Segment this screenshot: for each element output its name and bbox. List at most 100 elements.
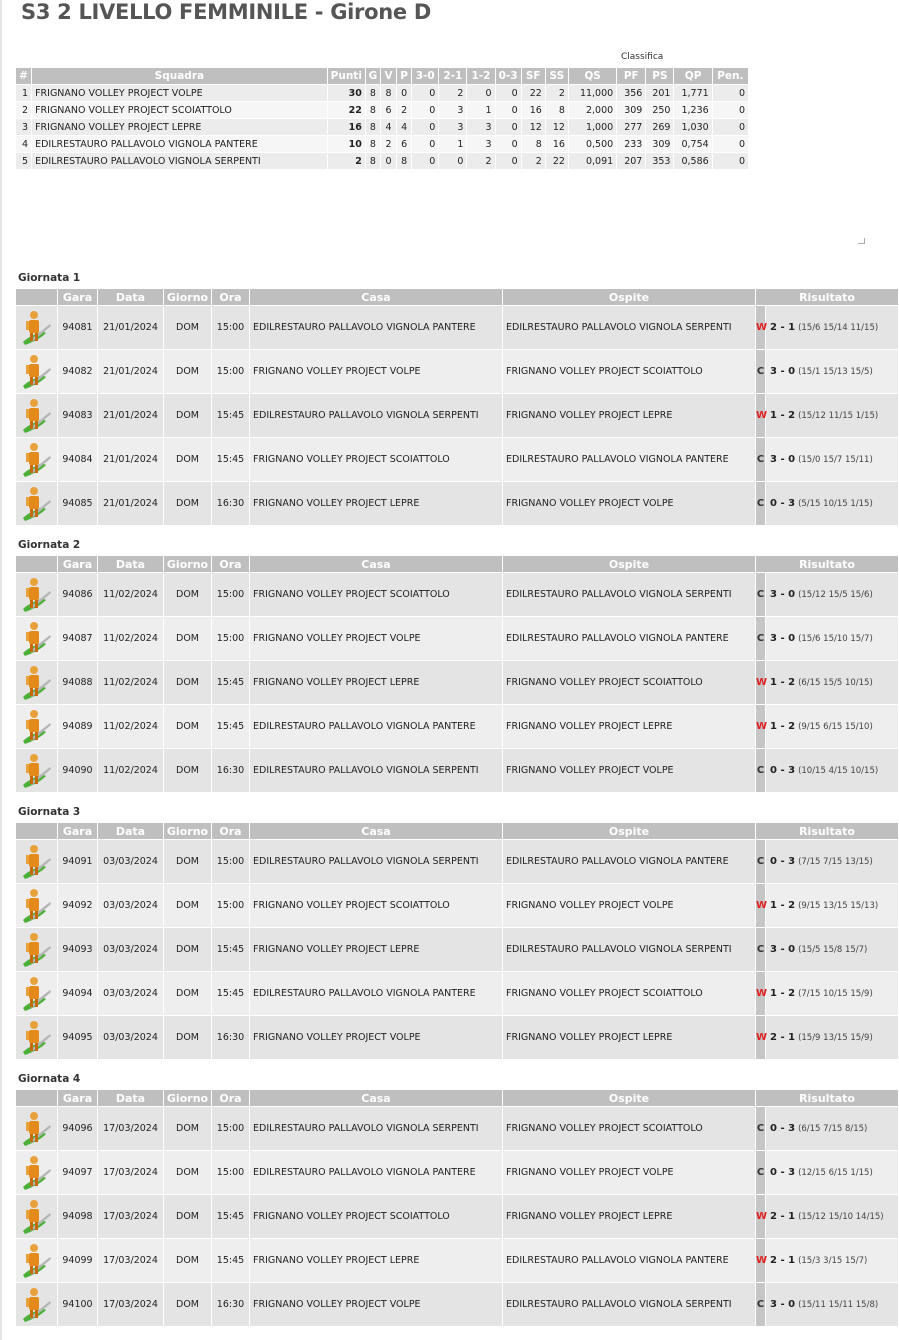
away-team[interactable]: FRIGNANO VOLLEY PROJECT LEPRE — [502, 1194, 756, 1239]
result-cell[interactable]: 1 - 2 (9/15 6/15 15/10) — [765, 704, 899, 749]
col-data[interactable]: Data — [97, 288, 164, 306]
team-name-link[interactable]: EDILRESTAURO PALLAVOLO VIGNOLA PANTERE — [31, 135, 328, 153]
team-name-link[interactable]: FRIGNANO VOLLEY PROJECT LEPRE — [31, 118, 328, 136]
col-casa[interactable]: Casa — [249, 555, 503, 573]
col-1-2[interactable]: 1-2 — [466, 67, 496, 85]
result-cell[interactable]: 0 - 3 (7/15 7/15 13/15) — [765, 839, 899, 884]
col-ospite[interactable]: Ospite — [502, 555, 756, 573]
referee-icon[interactable] — [20, 708, 52, 746]
result-cell[interactable]: 1 - 2 (9/15 13/15 15/13) — [765, 883, 899, 928]
referee-icon-cell[interactable] — [15, 1015, 58, 1060]
away-team[interactable]: FRIGNANO VOLLEY PROJECT LEPRE — [502, 393, 756, 438]
referee-icon[interactable] — [20, 1019, 52, 1057]
col-data[interactable]: Data — [97, 555, 164, 573]
result-cell[interactable]: 2 - 1 (15/9 13/15 15/9) — [765, 1015, 899, 1060]
col-giorno[interactable]: Giorno — [163, 822, 212, 840]
home-team[interactable]: FRIGNANO VOLLEY PROJECT LEPRE — [249, 481, 503, 526]
col-squadra[interactable]: Squadra — [31, 67, 328, 85]
referee-icon-cell[interactable] — [15, 1238, 58, 1283]
away-team[interactable]: FRIGNANO VOLLEY PROJECT VOLPE — [502, 883, 756, 928]
col-0-3[interactable]: 0-3 — [494, 67, 522, 85]
home-team[interactable]: EDILRESTAURO PALLAVOLO VIGNOLA PANTERE — [249, 704, 503, 749]
referee-icon[interactable] — [20, 1242, 52, 1280]
away-team[interactable]: EDILRESTAURO PALLAVOLO VIGNOLA PANTERE — [502, 1238, 756, 1283]
col-giorno[interactable]: Giorno — [163, 288, 212, 306]
result-cell[interactable]: 3 - 0 (15/6 15/10 15/7) — [765, 616, 899, 661]
col-data[interactable]: Data — [97, 1089, 164, 1107]
home-team[interactable]: FRIGNANO VOLLEY PROJECT SCOIATTOLO — [249, 572, 503, 617]
col-casa[interactable]: Casa — [249, 1089, 503, 1107]
referee-icon-cell[interactable] — [15, 305, 58, 350]
away-team[interactable]: FRIGNANO VOLLEY PROJECT VOLPE — [502, 1150, 756, 1195]
col-2-1[interactable]: 2-1 — [438, 67, 468, 85]
col-ospite[interactable]: Ospite — [502, 288, 756, 306]
referee-icon-cell[interactable] — [15, 1106, 58, 1151]
away-team[interactable]: EDILRESTAURO PALLAVOLO VIGNOLA PANTERE — [502, 437, 756, 482]
col-ss[interactable]: SS — [544, 67, 569, 85]
referee-icon[interactable] — [20, 309, 52, 347]
away-team[interactable]: EDILRESTAURO PALLAVOLO VIGNOLA SERPENTI — [502, 1282, 756, 1327]
home-team[interactable]: EDILRESTAURO PALLAVOLO VIGNOLA SERPENTI — [249, 1106, 503, 1151]
referee-icon-cell[interactable] — [15, 481, 58, 526]
col-ps[interactable]: PS — [645, 67, 675, 85]
referee-icon[interactable] — [20, 664, 52, 702]
result-cell[interactable]: 3 - 0 (15/0 15/7 15/11) — [765, 437, 899, 482]
result-cell[interactable]: 0 - 3 (10/15 4/15 10/15) — [765, 748, 899, 793]
away-team[interactable]: FRIGNANO VOLLEY PROJECT VOLPE — [502, 481, 756, 526]
home-team[interactable]: FRIGNANO VOLLEY PROJECT VOLPE — [249, 349, 503, 394]
col-ospite[interactable]: Ospite — [502, 1089, 756, 1107]
col-data[interactable]: Data — [97, 822, 164, 840]
referee-icon[interactable] — [20, 931, 52, 969]
referee-icon-cell[interactable] — [15, 393, 58, 438]
referee-icon-cell[interactable] — [15, 839, 58, 884]
referee-icon[interactable] — [20, 1154, 52, 1192]
referee-icon[interactable] — [20, 843, 52, 881]
col-gara[interactable]: Gara — [57, 822, 98, 840]
col-v[interactable]: V — [379, 67, 398, 85]
referee-icon[interactable] — [20, 1286, 52, 1324]
col-ora[interactable]: Ora — [211, 555, 250, 573]
referee-icon-cell[interactable] — [15, 1150, 58, 1195]
home-team[interactable]: FRIGNANO VOLLEY PROJECT LEPRE — [249, 927, 503, 972]
away-team[interactable]: FRIGNANO VOLLEY PROJECT SCOIATTOLO — [502, 349, 756, 394]
away-team[interactable]: FRIGNANO VOLLEY PROJECT SCOIATTOLO — [502, 971, 756, 1016]
home-team[interactable]: FRIGNANO VOLLEY PROJECT LEPRE — [249, 660, 503, 705]
home-team[interactable]: EDILRESTAURO PALLAVOLO VIGNOLA SERPENTI — [249, 839, 503, 884]
referee-icon-cell[interactable] — [15, 883, 58, 928]
away-team[interactable]: EDILRESTAURO PALLAVOLO VIGNOLA PANTERE — [502, 839, 756, 884]
referee-icon[interactable] — [20, 975, 52, 1013]
referee-icon-cell[interactable] — [15, 437, 58, 482]
col-3-0[interactable]: 3-0 — [411, 67, 440, 85]
home-team[interactable]: EDILRESTAURO PALLAVOLO VIGNOLA PANTERE — [249, 1150, 503, 1195]
referee-icon-cell[interactable] — [15, 704, 58, 749]
team-name-link[interactable]: EDILRESTAURO PALLAVOLO VIGNOLA SERPENTI — [31, 152, 328, 170]
home-team[interactable]: FRIGNANO VOLLEY PROJECT VOLPE — [249, 1015, 503, 1060]
home-team[interactable]: FRIGNANO VOLLEY PROJECT SCOIATTOLO — [249, 437, 503, 482]
referee-icon-cell[interactable] — [15, 1282, 58, 1327]
col-g[interactable]: G — [364, 67, 381, 85]
col-qp[interactable]: QP — [673, 67, 713, 85]
referee-icon-cell[interactable] — [15, 1194, 58, 1239]
away-team[interactable]: EDILRESTAURO PALLAVOLO VIGNOLA SERPENTI — [502, 927, 756, 972]
away-team[interactable]: EDILRESTAURO PALLAVOLO VIGNOLA SERPENTI — [502, 572, 756, 617]
col-risultato[interactable]: Risultato — [754, 822, 899, 840]
result-cell[interactable]: 1 - 2 (15/12 11/15 1/15) — [765, 393, 899, 438]
result-cell[interactable]: 3 - 0 (15/5 15/8 15/7) — [765, 927, 899, 972]
away-team[interactable]: FRIGNANO VOLLEY PROJECT LEPRE — [502, 1015, 756, 1060]
home-team[interactable]: FRIGNANO VOLLEY PROJECT SCOIATTOLO — [249, 1194, 503, 1239]
col-qs[interactable]: QS — [567, 67, 618, 85]
col-gara[interactable]: Gara — [57, 555, 98, 573]
col-casa[interactable]: Casa — [249, 822, 503, 840]
col-ora[interactable]: Ora — [211, 288, 250, 306]
result-cell[interactable]: 0 - 3 (12/15 6/15 1/15) — [765, 1150, 899, 1195]
col-risultato[interactable]: Risultato — [754, 555, 899, 573]
col-risultato[interactable]: Risultato — [754, 288, 899, 306]
referee-icon[interactable] — [20, 752, 52, 790]
referee-icon[interactable] — [20, 441, 52, 479]
referee-icon[interactable] — [20, 397, 52, 435]
col-pen[interactable]: Pen. — [711, 67, 750, 85]
referee-icon-cell[interactable] — [15, 616, 58, 661]
referee-icon[interactable] — [20, 1110, 52, 1148]
home-team[interactable]: FRIGNANO VOLLEY PROJECT SCOIATTOLO — [249, 883, 503, 928]
team-name-link[interactable]: FRIGNANO VOLLEY PROJECT SCOIATTOLO — [31, 101, 328, 119]
